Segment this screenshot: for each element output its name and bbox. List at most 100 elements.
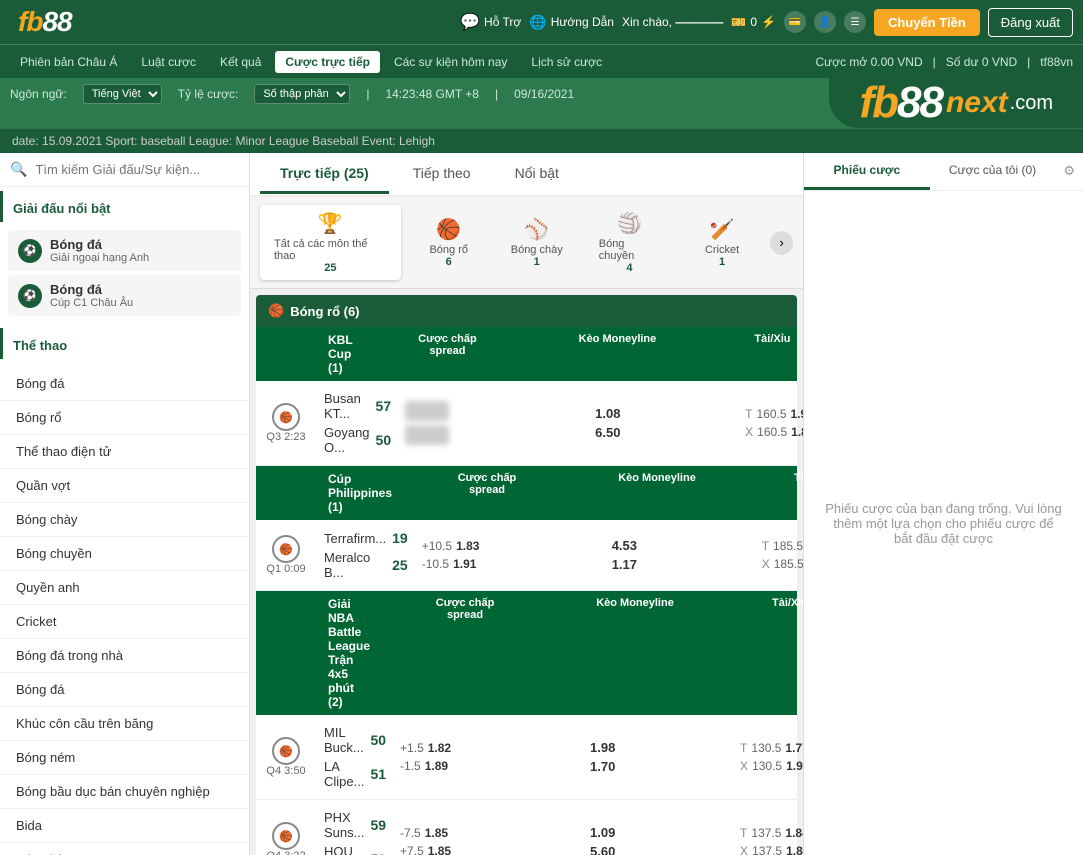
sport-bongban[interactable]: Bóng bàn	[0, 843, 249, 855]
kbl-xiu[interactable]: X160.51.82	[745, 425, 803, 439]
subnav-lichsucuoc[interactable]: Lịch sử cược	[521, 51, 612, 73]
date-label: 09/16/2021	[514, 87, 574, 101]
phi-ml1[interactable]: 4.53	[612, 538, 750, 553]
phi-col3: Tài/Xỉu	[732, 472, 803, 514]
subnav-ketqua[interactable]: Kết quả	[210, 51, 271, 73]
kbl-taixiu: T160.51.90 X160.51.82	[739, 403, 803, 443]
phi-tai[interactable]: T185.51.86	[762, 539, 803, 553]
kbl-team1: Busan KT...	[324, 391, 370, 421]
filter-baseball[interactable]: ⚾ Bóng chày 1	[497, 211, 577, 274]
mil-ml2[interactable]: 1.70	[590, 759, 728, 774]
filter-all-label: Tất cả các môn thể thao	[274, 238, 387, 262]
transfer-button[interactable]: Chuyển Tiền	[874, 9, 980, 36]
sport-bongro[interactable]: Bóng rổ	[0, 401, 249, 435]
phx-ml2[interactable]: 5.60	[590, 844, 728, 855]
filter-baseball-icon: ⚾	[524, 217, 549, 242]
kbl-spread-blur2	[405, 425, 449, 445]
phi-name: Cúp Philippines (1)	[328, 472, 392, 514]
right-panel-tabs: Phiếu cược Cược của tôi (0) ⚙	[804, 153, 1083, 191]
kbl-tai[interactable]: T160.51.90	[745, 407, 803, 421]
support-button[interactable]: 💬 Hỗ Trợ	[460, 12, 521, 32]
mil-spread: +1.51.82 -1.51.89	[394, 737, 584, 777]
mil-spread1[interactable]: +1.51.82	[400, 741, 578, 755]
match-row-phx: 🏀 Q4 3:22 PHX Suns... 59 HOU Roc... 50	[256, 800, 797, 855]
lang-label: Ngôn ngữ:	[10, 87, 67, 101]
filter-volleyball[interactable]: 🏐 Bóng chuyền 4	[585, 205, 674, 280]
sport-quyenanh[interactable]: Quyền anh	[0, 571, 249, 605]
tab-noi-bat[interactable]: Nổi bật	[495, 155, 579, 194]
sport-rugby-pro[interactable]: Bóng bầu dục bán chuyên nghiệp	[0, 775, 249, 809]
mil-ml1[interactable]: 1.98	[590, 740, 728, 755]
tab-tiep-theo[interactable]: Tiếp theo	[393, 155, 491, 194]
user-icon[interactable]: 👤	[814, 11, 836, 33]
kbl-ml2[interactable]: 6.50	[595, 425, 733, 440]
logout-button[interactable]: Đăng xuất	[988, 8, 1073, 37]
sport-bongchay[interactable]: Bóng chày	[0, 503, 249, 537]
sport-quanvot[interactable]: Quần vợt	[0, 469, 249, 503]
phx-time: 🏀 Q4 3:22	[256, 822, 316, 855]
time-label: 14:23:48 GMT +8	[385, 87, 479, 101]
sport-khuccongau[interactable]: Khúc côn cầu trên băng	[0, 707, 249, 741]
mil-tai[interactable]: T130.51.77	[740, 741, 803, 755]
sport-bongdatrongnha[interactable]: Bóng đá trong nhà	[0, 639, 249, 673]
phi-time: 🏀 Q1 0:09	[256, 535, 316, 575]
kbl-teams: Busan KT... 57 Goyang O... 50	[316, 385, 399, 461]
phi-spread1[interactable]: +10.51.83	[422, 539, 600, 553]
filter-basketball[interactable]: 🏀 Bóng rổ 6	[409, 211, 489, 274]
greeting-text: Xin chào, ————	[622, 15, 723, 29]
featured-title-1: Bóng đá	[50, 237, 149, 252]
sport-bongnem[interactable]: Bóng ném	[0, 741, 249, 775]
filter-cricket[interactable]: 🏏 Cricket 1	[682, 211, 762, 274]
sport-bongda[interactable]: Bóng đá	[0, 367, 249, 401]
mil-score2: 51	[370, 766, 386, 782]
filter-chevron[interactable]: ›	[770, 231, 793, 255]
menu-icon[interactable]: ☰	[844, 11, 866, 33]
phi-spread2[interactable]: -10.51.91	[422, 557, 600, 571]
phi-score2: 25	[392, 557, 408, 573]
kbl-ml1[interactable]: 1.08	[595, 406, 733, 421]
mil-xiu[interactable]: X130.51.91	[740, 759, 803, 773]
col-cuocchap: Cược chấpspread	[352, 333, 542, 375]
guide-button[interactable]: 🌐 Hướng Dẫn	[529, 14, 614, 31]
kbl-score2: 50	[376, 432, 392, 448]
right-tab-phieu-cuoc[interactable]: Phiếu cược	[804, 153, 930, 190]
filter-baseball-count: 1	[534, 256, 540, 268]
phx-spread2[interactable]: +7.51.85	[400, 844, 578, 855]
subnav-phienbanchaua[interactable]: Phiên bản Châu Á	[10, 51, 127, 73]
right-tab-settings[interactable]: ⚙	[1055, 153, 1083, 190]
nba-col1: Cược chấpspread	[370, 597, 560, 709]
wallet-icon[interactable]: 💳	[784, 11, 806, 33]
phx-xiu[interactable]: X137.51.84	[740, 844, 803, 855]
featured-item-1[interactable]: ⚽ Bóng đá Giải ngoại hạng Anh	[8, 230, 241, 271]
league-phi-header: Cúp Philippines (1) Cược chấpspread Kèo …	[256, 466, 797, 520]
featured-item-2[interactable]: ⚽ Bóng đá Cúp C1 Châu Âu	[8, 275, 241, 316]
nba-col3: Tài/Xỉu	[710, 597, 803, 709]
phi-xiu[interactable]: X185.51.86	[762, 557, 803, 571]
mil-spread2[interactable]: -1.51.89	[400, 759, 578, 773]
league-kbl-header: KBL Cup (1) Cược chấpspread Kèo Moneylin…	[256, 327, 797, 381]
nba-name: Giải NBA Battle League Trận 4x5 phút (2)	[328, 597, 370, 709]
sport-cricket[interactable]: Cricket	[0, 605, 249, 639]
filter-all[interactable]: 🏆 Tất cả các môn thể thao 25	[260, 205, 401, 280]
sport-bongchuyen[interactable]: Bóng chuyền	[0, 537, 249, 571]
tab-truc-tiep[interactable]: Trực tiếp (25)	[260, 155, 389, 194]
featured-sub-2: Cúp C1 Châu Âu	[50, 297, 133, 309]
phi-score1: 19	[392, 530, 408, 546]
phi-moneyline: 4.53 1.17	[606, 534, 756, 576]
mil-score1: 50	[370, 732, 386, 748]
sport-thedientu[interactable]: Thể thao điện tử	[0, 435, 249, 469]
subnav-cuoctructiep[interactable]: Cược trực tiếp	[275, 51, 380, 73]
phi-team2: Meralco B...	[324, 550, 386, 580]
col-keomoneyline: Kèo Moneyline	[542, 333, 692, 375]
phx-team2: HOU Roc...	[324, 844, 364, 855]
lang-select[interactable]: Tiếng Việt	[83, 84, 162, 104]
phi-ml2[interactable]: 1.17	[612, 557, 750, 572]
rate-select[interactable]: Số thập phân	[254, 84, 350, 104]
subnav-sukien[interactable]: Các sự kiện hôm nay	[384, 51, 517, 73]
right-tab-cuoc-cua-toi[interactable]: Cược của tôi (0)	[930, 153, 1056, 190]
sport-bongda2[interactable]: Bóng đá	[0, 673, 249, 707]
search-input[interactable]	[35, 162, 239, 177]
filter-volleyball-count: 4	[626, 262, 632, 274]
subnav-luatcuoc[interactable]: Luật cược	[131, 51, 206, 73]
filter-basketball-label: Bóng rổ	[429, 244, 468, 256]
